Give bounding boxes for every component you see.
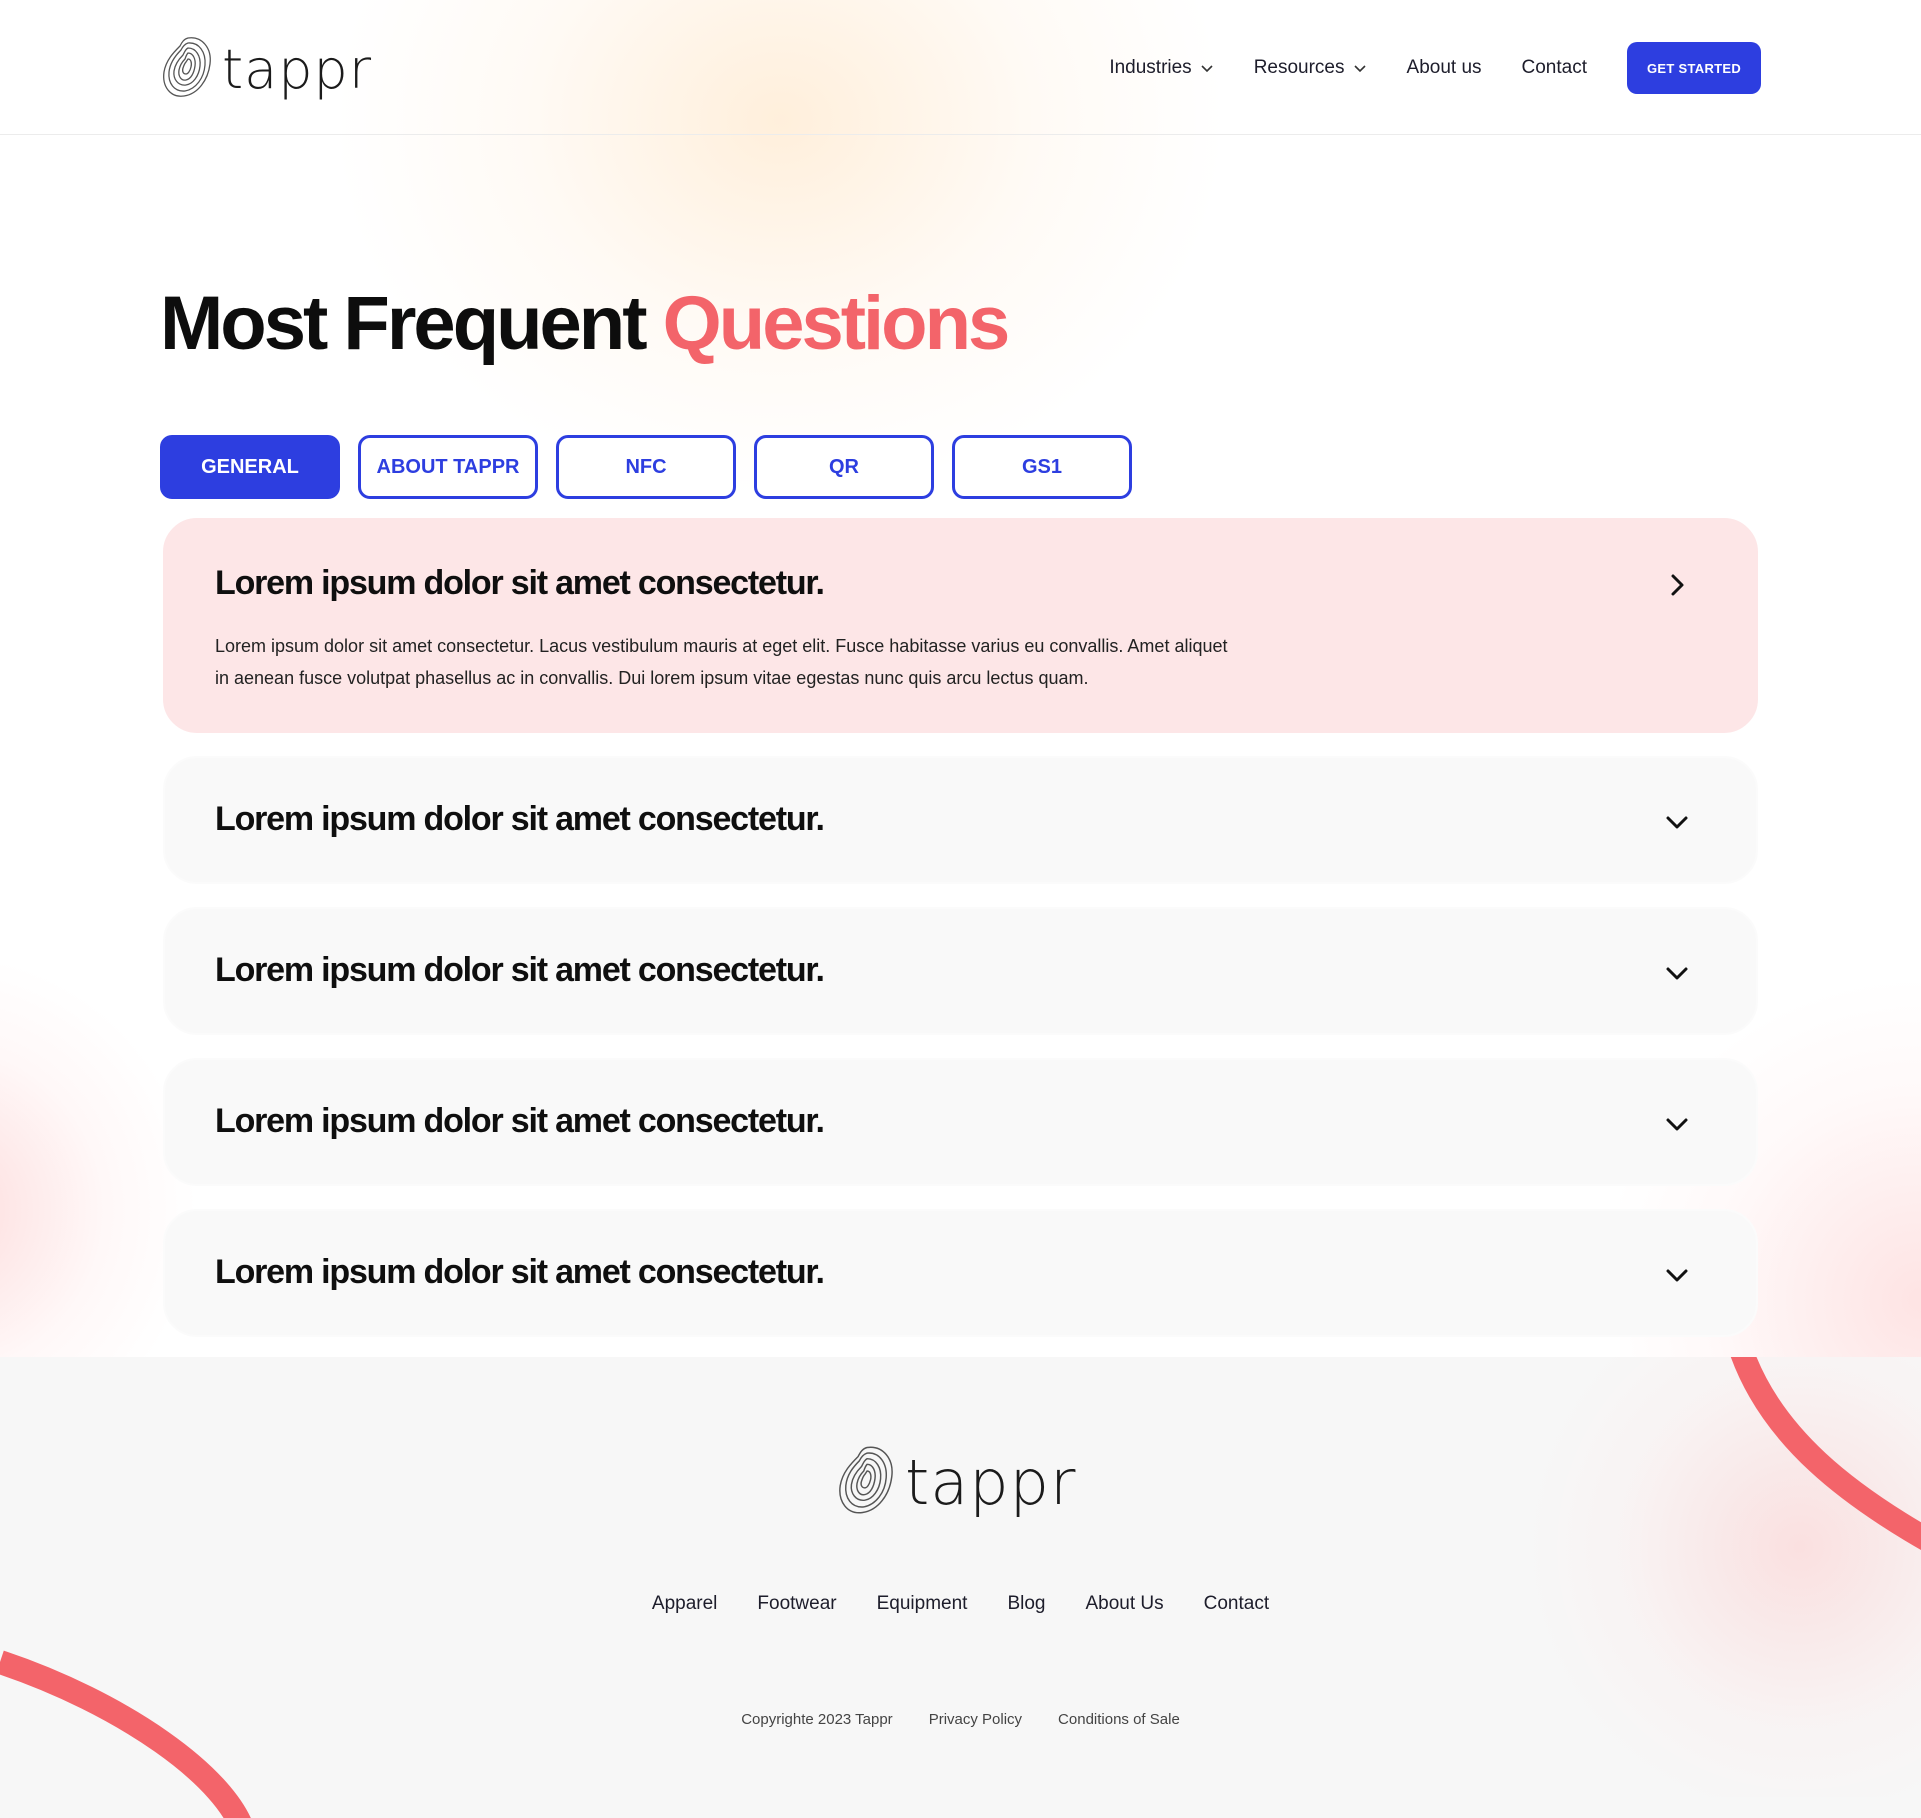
faq-item[interactable]: Lorem ipsum dolor sit amet consectetur. [163, 907, 1758, 1035]
site-footer: tappr Apparel Footwear Equipment Blog Ab… [0, 1357, 1921, 1818]
faq-answer: Lorem ipsum dolor sit amet consectetur. … [215, 636, 1228, 688]
footer-logo[interactable]: tappr [833, 1443, 1077, 1522]
tab-about-tappr[interactable]: ABOUT TAPPR [358, 435, 538, 499]
page-title: Most Frequent Questions [160, 281, 1011, 366]
nav-item-about-us[interactable]: About us [1407, 42, 1482, 94]
faq-question: Lorem ipsum dolor sit amet consectetur. [215, 564, 825, 602]
page-title-main: Most Frequent [160, 281, 648, 366]
faq-item[interactable]: Lorem ipsum dolor sit amet consectetur. [163, 1058, 1758, 1186]
footer-link-blog[interactable]: Blog [1007, 1593, 1045, 1615]
footer-logo-wordmark: tappr [905, 1445, 1077, 1519]
footer-link-contact[interactable]: Contact [1204, 1593, 1269, 1615]
chevron-down-icon [1666, 1118, 1688, 1131]
chevron-down-icon [1201, 65, 1213, 73]
faq-item[interactable]: Lorem ipsum dolor sit amet consectetur. [163, 756, 1758, 884]
page-title-accent: Questions [662, 281, 1011, 366]
copyright-text: Copyrighte 2023 Tappr [741, 1711, 893, 1728]
faq-question: Lorem ipsum dolor sit amet consectetur. [215, 1253, 825, 1291]
footer-link-equipment[interactable]: Equipment [877, 1593, 968, 1615]
nav-item-industries[interactable]: Industries [1109, 42, 1213, 94]
main-nav: Industries Resources About us Contact GE… [1109, 42, 1761, 94]
page: tappr Industries Resources About us Cont… [0, 0, 1921, 1818]
privacy-policy-link[interactable]: Privacy Policy [929, 1711, 1022, 1728]
nav-item-label: Resources [1253, 57, 1345, 78]
site-header: tappr Industries Resources About us Cont… [0, 0, 1921, 135]
chevron-down-icon [1666, 816, 1688, 829]
faq-item[interactable]: Lorem ipsum dolor sit amet consectetur. … [163, 518, 1758, 733]
faq-category-tabs: GENERAL ABOUT TAPPR NFC QR GS1 [160, 435, 1150, 499]
nav-item-label: About us [1406, 57, 1482, 78]
header-logo[interactable]: tappr [158, 34, 372, 105]
footer-legal: Copyrighte 2023 Tappr Privacy Policy Con… [0, 1711, 1921, 1728]
footer-link-about-us[interactable]: About Us [1085, 1593, 1163, 1615]
nav-item-label: Contact [1521, 57, 1587, 78]
footer-link-apparel[interactable]: Apparel [652, 1593, 718, 1615]
get-started-button[interactable]: GET STARTED [1627, 42, 1761, 94]
faq-item[interactable]: Lorem ipsum dolor sit amet consectetur. [163, 1209, 1758, 1337]
faq-question: Lorem ipsum dolor sit amet consectetur. [215, 1102, 825, 1140]
faq-list: Lorem ipsum dolor sit amet consectetur. … [163, 518, 1758, 1360]
chevron-down-icon [1353, 65, 1366, 73]
footer-link-footwear[interactable]: Footwear [757, 1593, 836, 1615]
tab-gs1[interactable]: GS1 [952, 435, 1132, 499]
conditions-of-sale-link[interactable]: Conditions of Sale [1058, 1711, 1180, 1728]
tappr-swirl-logo-icon [158, 34, 216, 105]
nav-item-resources[interactable]: Resources [1254, 42, 1367, 94]
faq-question: Lorem ipsum dolor sit amet consectetur. [215, 800, 825, 838]
chevron-down-icon [1666, 1269, 1688, 1282]
logo-wordmark: tappr [222, 37, 373, 101]
faq-question: Lorem ipsum dolor sit amet consectetur. [215, 951, 825, 989]
tab-general[interactable]: GENERAL [160, 435, 340, 499]
decorative-arc-right [1730, 1357, 1921, 1551]
tab-nfc[interactable]: NFC [556, 435, 736, 499]
decorative-arc-left [0, 1650, 251, 1818]
footer-nav: Apparel Footwear Equipment Blog About Us… [0, 1593, 1921, 1615]
chevron-down-icon [1666, 967, 1688, 980]
tab-qr[interactable]: QR [754, 435, 934, 499]
tappr-swirl-logo-icon [833, 1443, 899, 1522]
chevron-right-icon [1671, 574, 1684, 596]
nav-item-contact[interactable]: Contact [1522, 42, 1587, 94]
nav-item-label: Industries [1109, 57, 1192, 78]
